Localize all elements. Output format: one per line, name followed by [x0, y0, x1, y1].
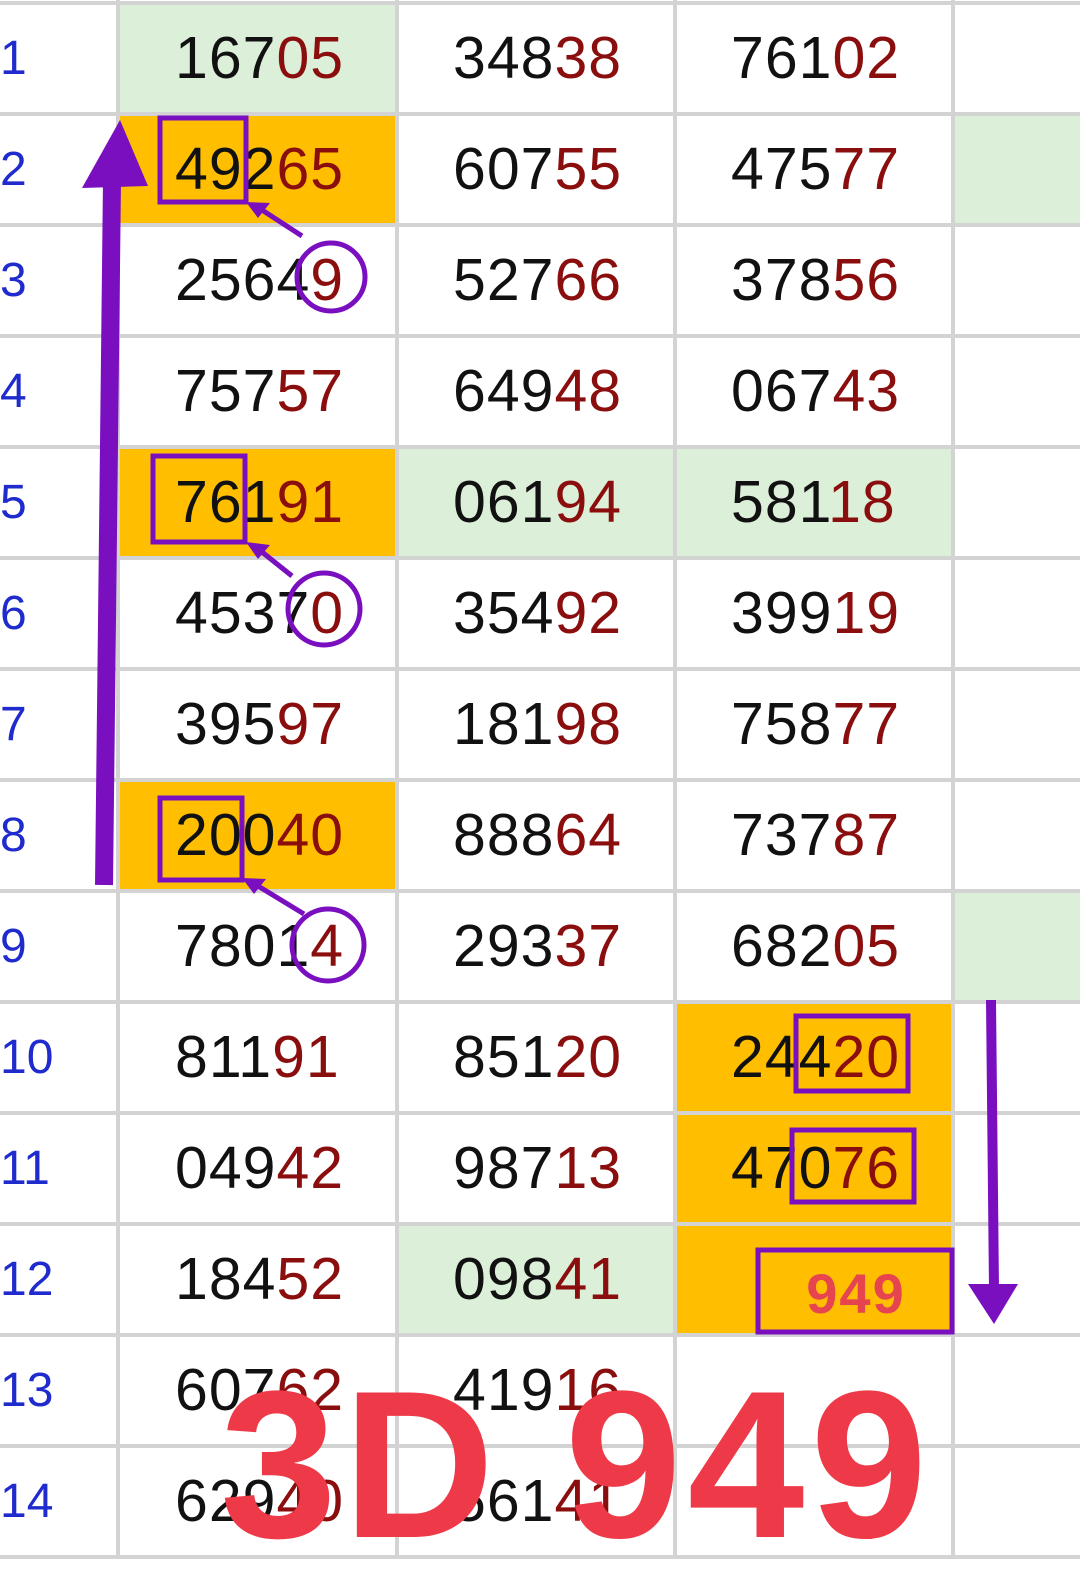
down-arrow-line: [986, 999, 999, 1291]
big-result-label: 3D 949: [220, 1347, 934, 1582]
up-arrow-head: [82, 120, 148, 188]
circle-row9: [289, 906, 367, 984]
box-row10: [793, 1013, 911, 1094]
box-row8: [157, 795, 245, 883]
circle-row6: [285, 570, 363, 648]
circle-row3: [294, 240, 368, 314]
up-arrow-line: [95, 179, 121, 886]
box-row5: [150, 453, 248, 545]
down-arrow-head: [968, 1284, 1018, 1324]
box-row2: [157, 115, 249, 205]
result-box-label: 949: [806, 1262, 906, 1325]
box-row11: [789, 1127, 917, 1205]
